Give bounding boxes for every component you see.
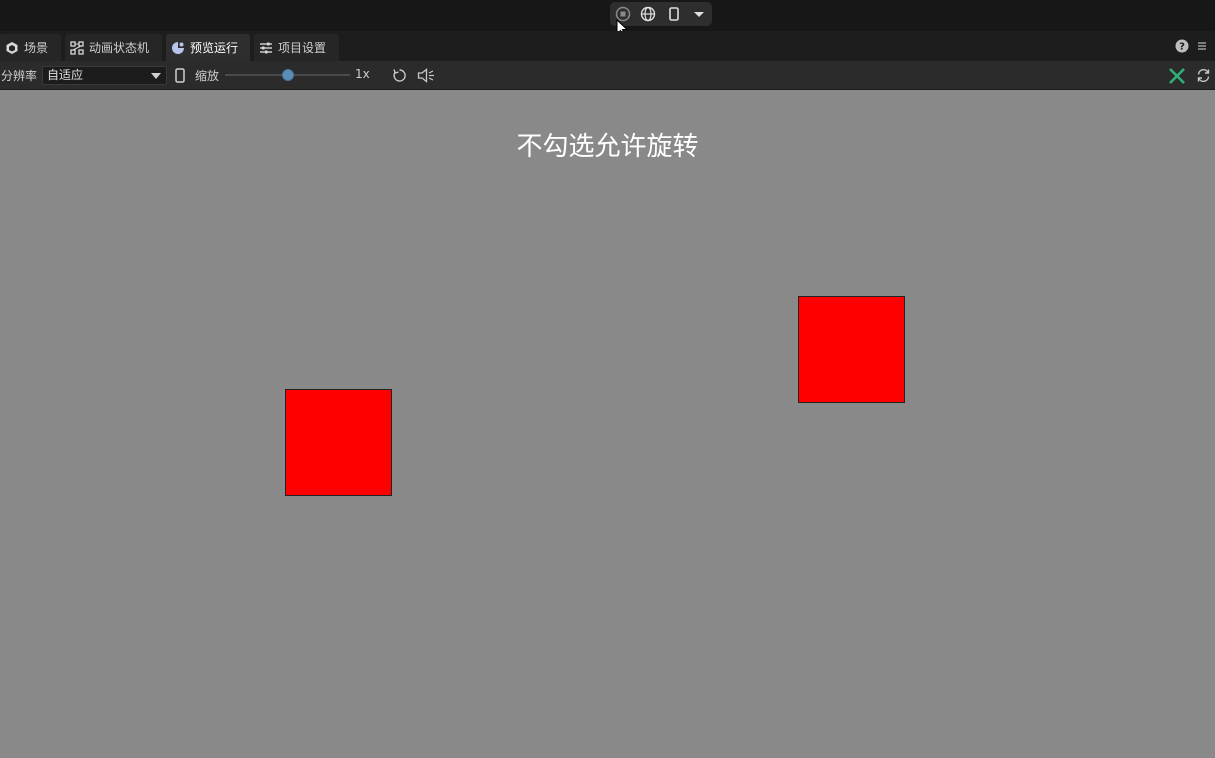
- preview-icon: [170, 40, 186, 56]
- resolution-select[interactable]: 自适应: [42, 66, 167, 85]
- state-machine-icon: [69, 40, 85, 56]
- phone-icon: [175, 68, 185, 83]
- svg-text:?: ?: [1179, 42, 1185, 53]
- tab-preview-run[interactable]: 预览运行: [166, 34, 250, 61]
- scene-icon: [4, 40, 20, 56]
- editor-tab-bar: 场景 动画状态机 预览运行 项目设置 ?: [0, 31, 1215, 61]
- menu-icon: [1198, 42, 1206, 50]
- mute-button[interactable]: [417, 67, 436, 84]
- tab-label: 项目设置: [278, 41, 327, 55]
- zoom-label: 缩放: [195, 69, 220, 83]
- red-square-left: [285, 389, 392, 496]
- help-icon: ?: [1175, 39, 1189, 53]
- panel-menu-button[interactable]: [1196, 39, 1208, 53]
- speaker-icon: [417, 68, 434, 83]
- tab-animation-state-machine[interactable]: 动画状态机: [65, 34, 162, 61]
- wrench-icon: [1169, 67, 1185, 84]
- help-button[interactable]: ?: [1175, 39, 1189, 53]
- tab-label: 动画状态机: [89, 41, 150, 55]
- reset-button[interactable]: [391, 67, 408, 84]
- scene-title-text: 不勾选允许旋转: [516, 132, 699, 162]
- globe-icon: [641, 6, 656, 22]
- zoom-slider-handle[interactable]: [281, 69, 294, 81]
- tab-label: 预览运行: [190, 41, 239, 55]
- tools-button[interactable]: [1167, 66, 1187, 85]
- chevron-down-icon: [151, 73, 161, 79]
- preview-toolbar: 分辨率 自适应 缩放 1x: [0, 61, 1215, 90]
- reload-button[interactable]: [1194, 67, 1212, 84]
- refresh-icon: [393, 69, 406, 82]
- tab-scene[interactable]: 场景: [0, 34, 61, 61]
- top-bar: [0, 0, 1215, 37]
- resolution-label: 分辨率: [1, 69, 38, 83]
- phone-icon: [668, 7, 679, 21]
- device-preview-button[interactable]: [661, 2, 687, 26]
- tab-label: 场景: [24, 41, 49, 55]
- zoom-value: 1x: [355, 67, 370, 81]
- run-options-dropdown[interactable]: [687, 2, 713, 26]
- game-preview-viewport[interactable]: 不勾选允许旋转: [0, 90, 1215, 758]
- sync-icon: [1197, 69, 1209, 82]
- dropdown-caret-icon: [694, 12, 705, 17]
- tab-project-settings[interactable]: 项目设置: [254, 34, 339, 61]
- red-square-right: [798, 296, 905, 403]
- device-toggle[interactable]: [173, 68, 187, 83]
- settings-icon: [258, 40, 274, 56]
- resolution-value: 自适应: [47, 68, 84, 82]
- browser-preview-button[interactable]: [636, 2, 662, 26]
